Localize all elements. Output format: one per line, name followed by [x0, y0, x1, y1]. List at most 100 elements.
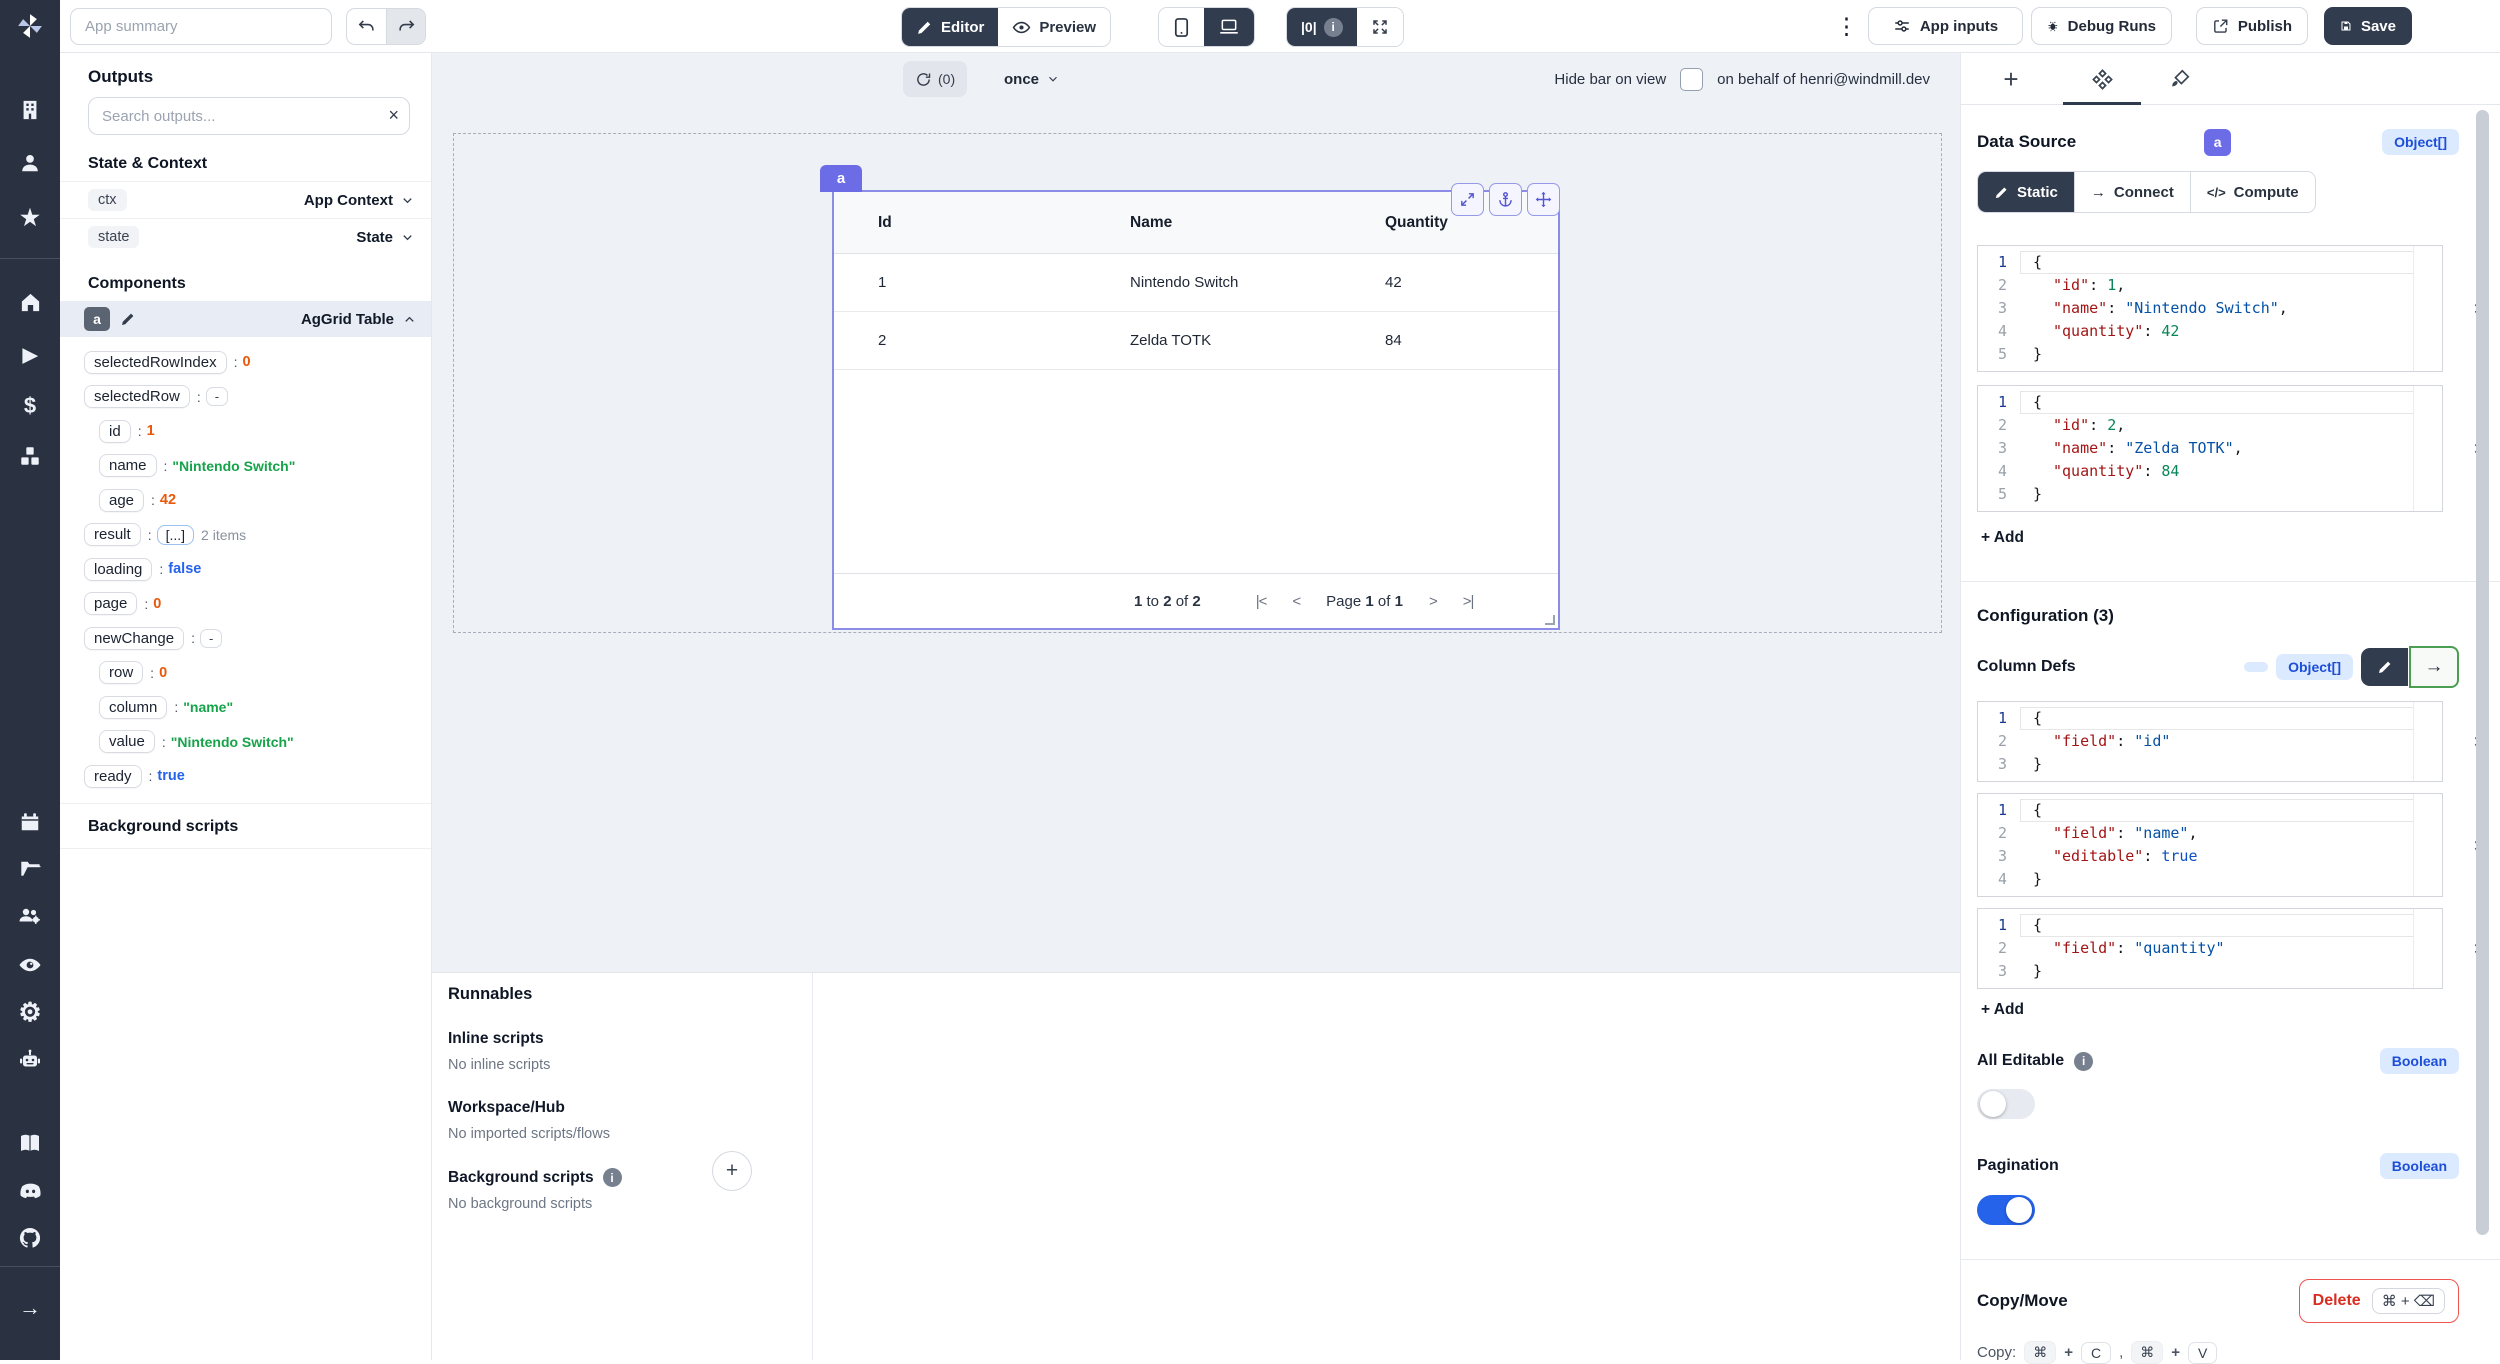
output-row[interactable]: column:"name" [84, 690, 421, 725]
panel-scrollbar[interactable] [2476, 110, 2489, 1235]
undo-button[interactable] [347, 9, 386, 44]
search-outputs-input[interactable] [88, 97, 410, 135]
expand-component-button[interactable] [1451, 183, 1484, 216]
audit-eye-icon[interactable] [0, 945, 60, 985]
table-row[interactable]: 2 Zelda TOTK 84 [834, 312, 1558, 370]
output-row[interactable]: result:[...]2 items [84, 518, 421, 553]
output-row[interactable]: id:1 [84, 414, 421, 449]
json-editor-row-1[interactable]: 1{ 2"id": 1, 3"name": "Nintendo Switch",… [1977, 245, 2443, 372]
column-def-editor-1[interactable]: 1{ 2"field": "id" 3} [1977, 701, 2443, 782]
refresh-icon [915, 71, 932, 88]
add-data-row-button[interactable]: + Add [1981, 529, 2024, 547]
hide-bar-checkbox[interactable] [1680, 68, 1703, 91]
column-header[interactable]: Id [834, 214, 1086, 232]
app-summary-input[interactable] [70, 8, 332, 45]
debug-runs-button[interactable]: Debug Runs [2031, 7, 2172, 45]
static-tab[interactable]: Static [1978, 172, 2074, 212]
workspace-building-icon[interactable] [0, 90, 60, 130]
save-label: Save [2361, 18, 2396, 35]
editor-tab[interactable]: Editor [902, 8, 998, 46]
user-icon[interactable] [0, 143, 60, 183]
resize-handle[interactable] [1545, 615, 1555, 625]
groups-users-icon[interactable] [0, 896, 60, 936]
preview-tab[interactable]: Preview [998, 8, 1110, 46]
connect-tab[interactable]: → Connect [2074, 172, 2190, 212]
last-page-button[interactable]: >| [1463, 593, 1474, 610]
resources-blocks-icon[interactable] [0, 436, 60, 476]
variables-dollar-icon[interactable]: $ [0, 386, 60, 426]
styling-tab[interactable] [2157, 53, 2203, 105]
all-editable-toggle[interactable] [1977, 1089, 2035, 1119]
prev-page-button[interactable]: < [1292, 593, 1300, 610]
schedules-calendar-icon[interactable] [0, 802, 60, 842]
next-page-button[interactable]: > [1429, 593, 1437, 610]
debug-toggle: |0| i [1286, 7, 1404, 47]
ai-robot-icon[interactable] [0, 1040, 60, 1080]
discord-icon[interactable] [0, 1170, 60, 1210]
column-header[interactable]: Quantity [1341, 214, 1558, 232]
expand-config-button[interactable]: → [2409, 646, 2459, 688]
frequency-dropdown[interactable]: once [1004, 61, 1060, 97]
redo-button[interactable] [386, 9, 425, 44]
move-component-button[interactable] [1527, 183, 1560, 216]
output-row[interactable]: newChange:- [84, 621, 421, 656]
output-row[interactable]: selectedRowIndex:0 [84, 345, 421, 380]
home-icon[interactable] [0, 282, 60, 322]
save-button[interactable]: Save [2324, 7, 2412, 45]
aggrid-table-component[interactable]: a Id Name Quantity 1 Nintendo Switch 42 … [832, 190, 1560, 630]
compute-tab[interactable]: </> Compute [2190, 172, 2315, 212]
output-row[interactable]: age:42 [84, 483, 421, 518]
output-row[interactable]: ready:true [84, 759, 421, 794]
delete-shortcut: ⌘ + ⌫ [2372, 1288, 2445, 1314]
component-settings-tab[interactable] [2079, 53, 2125, 105]
app-canvas[interactable]: (0) once Hide bar on view on behalf of h… [432, 53, 1960, 972]
output-row[interactable]: value:"Nintendo Switch" [84, 725, 421, 760]
delete-component-button[interactable]: Delete ⌘ + ⌫ [2299, 1279, 2459, 1323]
ctx-row[interactable]: ctx App Context [60, 181, 431, 218]
output-row[interactable]: row:0 [84, 656, 421, 691]
output-row[interactable]: loading:false [84, 552, 421, 587]
state-key: state [88, 226, 139, 248]
runs-play-icon[interactable]: ▶ [0, 335, 60, 375]
settings-gear-icon[interactable]: ⚙ [0, 992, 60, 1032]
column-def-editor-3[interactable]: 1{ 2"field": "quantity" 3} [1977, 908, 2443, 989]
column-def-editor-2[interactable]: 1{ 2"field": "name", 3"editable": true 4… [1977, 793, 2443, 897]
docs-book-icon[interactable] [0, 1123, 60, 1163]
state-row[interactable]: state State [60, 218, 431, 255]
add-background-script-button[interactable]: + [712, 1151, 752, 1191]
add-column-def-button[interactable]: + Add [1981, 1001, 2024, 1019]
more-menu-button[interactable]: ⋮ [1835, 12, 1858, 40]
folders-icon[interactable] [0, 848, 60, 888]
divider [1961, 581, 2500, 582]
table-row[interactable]: 1 Nintendo Switch 42 [834, 254, 1558, 312]
component-header-row[interactable]: a AgGrid Table [60, 301, 431, 337]
json-editor-row-2[interactable]: 1{ 2"id": 2, 3"name": "Zelda TOTK", 4"qu… [1977, 385, 2443, 512]
editor-ruler [2413, 246, 2414, 371]
fullscreen-button[interactable] [1357, 8, 1403, 46]
first-page-button[interactable]: |< [1256, 593, 1267, 610]
clear-search-icon[interactable]: × [388, 105, 399, 126]
bug-icon [2047, 17, 2059, 35]
publish-button[interactable]: Publish [2196, 7, 2308, 45]
collapse-sidebar-arrow-icon[interactable]: → [0, 1288, 60, 1328]
windmill-logo-icon[interactable] [0, 6, 60, 46]
workspace-hub-title: Workspace/Hub [448, 1099, 796, 1117]
output-row[interactable]: selectedRow:- [84, 380, 421, 415]
pagination-toggle[interactable] [1977, 1195, 2035, 1225]
app-inputs-button[interactable]: App inputs [1868, 7, 2023, 45]
column-header[interactable]: Name [1086, 214, 1341, 232]
mobile-view-button[interactable] [1159, 8, 1204, 46]
save-icon [2340, 18, 2352, 34]
desktop-view-button[interactable] [1204, 8, 1254, 46]
edit-mode-button[interactable] [2361, 648, 2408, 686]
component-id-tag[interactable]: a [820, 165, 862, 192]
favorites-star-icon[interactable]: ★ [0, 198, 60, 238]
output-row[interactable]: page:0 [84, 587, 421, 622]
github-icon[interactable] [0, 1218, 60, 1258]
output-row[interactable]: name:"Nintendo Switch" [84, 449, 421, 484]
component-outline-button[interactable]: |0| i [1287, 8, 1357, 46]
insert-component-tab[interactable]: + [1991, 53, 2031, 105]
refresh-count-button[interactable]: (0) [903, 61, 967, 97]
pencil-icon[interactable] [120, 311, 136, 327]
anchor-component-button[interactable] [1489, 183, 1522, 216]
